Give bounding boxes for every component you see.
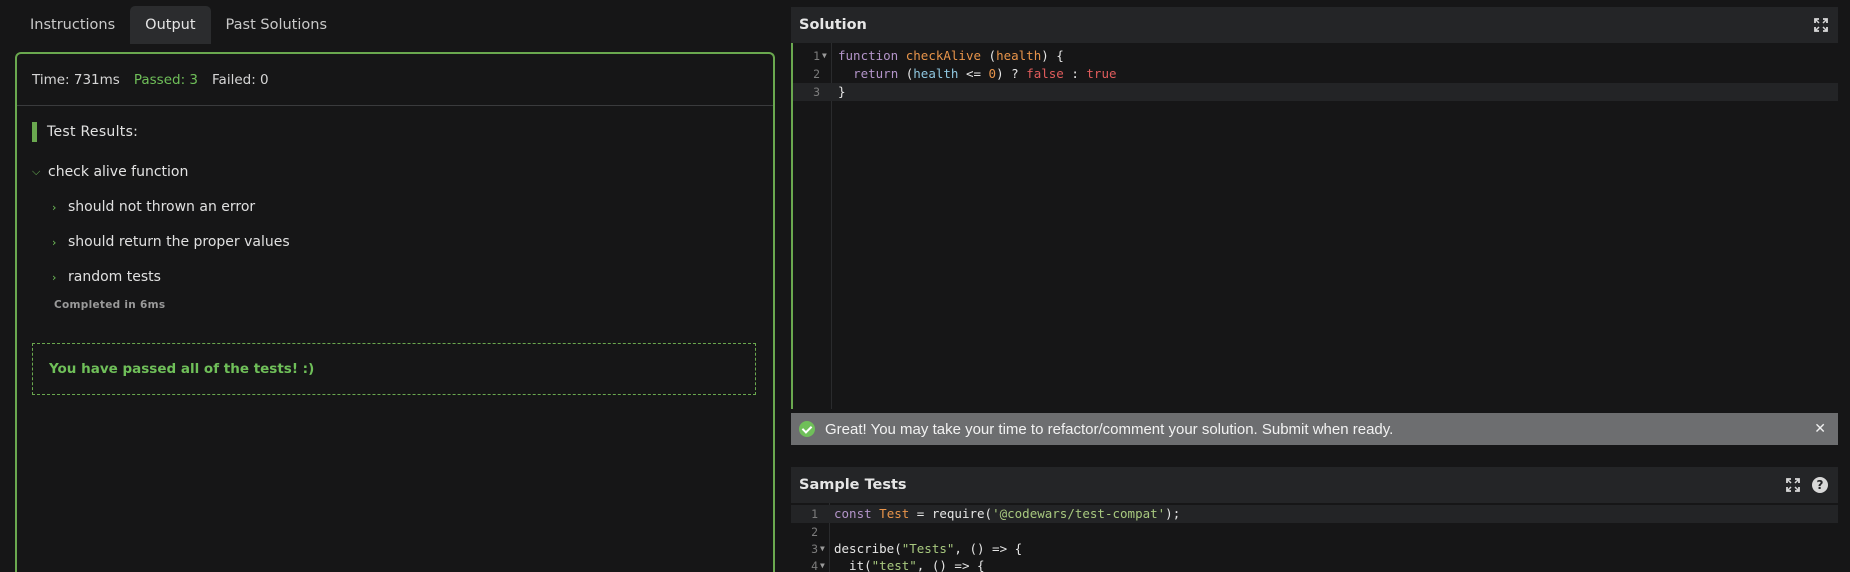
code-line: 3 ▼ describe("Tests", () => { bbox=[791, 540, 1838, 558]
line-number: 2 bbox=[813, 67, 820, 81]
tab-instructions[interactable]: Instructions bbox=[15, 6, 130, 44]
line-number: 2 bbox=[811, 525, 818, 539]
code-line: 2 return (health <= 0) ? false : true bbox=[793, 65, 1838, 83]
test-stats: Time: 731ms Passed: 3 Failed: 0 bbox=[17, 54, 773, 106]
code-line: 4 ▼ it("test", () => { bbox=[791, 557, 1838, 572]
completed-time: Completed in 6ms bbox=[54, 299, 166, 311]
code-line: 1 ▼ function checkAlive (health) { bbox=[793, 47, 1838, 65]
tab-output[interactable]: Output bbox=[130, 6, 211, 44]
describe-block[interactable]: ⌵ check alive function bbox=[32, 162, 773, 182]
left-panel: Instructions Output Past Solutions Time:… bbox=[0, 0, 790, 572]
solution-panel: Solution 1 ▼ function checkAlive (health… bbox=[791, 7, 1838, 445]
fold-arrow-icon[interactable]: ▼ bbox=[820, 540, 825, 558]
results-heading: Test Results: bbox=[32, 122, 773, 142]
line-number: 4 bbox=[811, 559, 818, 572]
expand-icon[interactable] bbox=[1786, 478, 1800, 492]
tab-bar: Instructions Output Past Solutions bbox=[15, 6, 342, 44]
failed-stat: Failed: 0 bbox=[212, 71, 269, 88]
expand-icon[interactable] bbox=[1814, 18, 1828, 32]
solution-title: Solution bbox=[799, 17, 867, 33]
success-notification: Great! You may take your time to refacto… bbox=[791, 413, 1838, 445]
test-item[interactable]: › should return the proper values bbox=[52, 232, 773, 252]
test-label: should not thrown an error bbox=[68, 199, 256, 215]
code-line: 3 } bbox=[793, 83, 1838, 101]
sample-tests-editor[interactable]: 1 const Test = require('@codewars/test-c… bbox=[791, 503, 1838, 572]
sample-tests-title: Sample Tests bbox=[799, 477, 907, 493]
time-stat: Time: 731ms bbox=[32, 71, 120, 88]
test-item[interactable]: › should not thrown an error bbox=[52, 197, 773, 217]
line-number: 3 bbox=[811, 542, 818, 556]
test-results: Test Results: ⌵ check alive function › s… bbox=[17, 106, 773, 395]
fold-arrow-icon[interactable]: ▼ bbox=[820, 557, 825, 572]
code-line: 1 const Test = require('@codewars/test-c… bbox=[791, 505, 1838, 523]
close-icon[interactable]: ✕ bbox=[1814, 420, 1826, 437]
sample-tests-panel: Sample Tests ? 1 const Test = require('@… bbox=[791, 467, 1838, 572]
results-accent-bar bbox=[32, 122, 37, 142]
solution-header: Solution bbox=[791, 7, 1838, 43]
tab-past-solutions[interactable]: Past Solutions bbox=[211, 6, 342, 44]
passed-stat: Passed: 3 bbox=[133, 71, 199, 88]
describe-label: check alive function bbox=[48, 164, 189, 180]
test-label: random tests bbox=[68, 269, 161, 285]
chevron-down-icon: ⌵ bbox=[32, 165, 41, 178]
chevron-right-icon: › bbox=[52, 200, 57, 214]
test-label: should return the proper values bbox=[68, 234, 290, 250]
sample-tests-header: Sample Tests ? bbox=[791, 467, 1838, 503]
fold-arrow-icon[interactable]: ▼ bbox=[822, 47, 827, 65]
results-heading-label: Test Results: bbox=[47, 124, 139, 140]
help-icon[interactable]: ? bbox=[1812, 477, 1828, 493]
chevron-right-icon: › bbox=[52, 270, 57, 284]
test-item[interactable]: › random tests bbox=[52, 267, 773, 287]
line-number: 1 bbox=[811, 507, 818, 521]
line-number: 1 bbox=[813, 49, 820, 63]
check-circle-icon bbox=[799, 421, 815, 437]
pass-message: You have passed all of the tests! :) bbox=[32, 343, 756, 395]
solution-editor[interactable]: 1 ▼ function checkAlive (health) { 2 ret… bbox=[791, 43, 1838, 409]
chevron-right-icon: › bbox=[52, 235, 57, 249]
code-line: 2 bbox=[791, 523, 1838, 541]
output-panel: Time: 731ms Passed: 3 Failed: 0 Test Res… bbox=[15, 52, 775, 572]
line-number: 3 bbox=[813, 85, 820, 99]
notification-text: Great! You may take your time to refacto… bbox=[825, 420, 1394, 438]
